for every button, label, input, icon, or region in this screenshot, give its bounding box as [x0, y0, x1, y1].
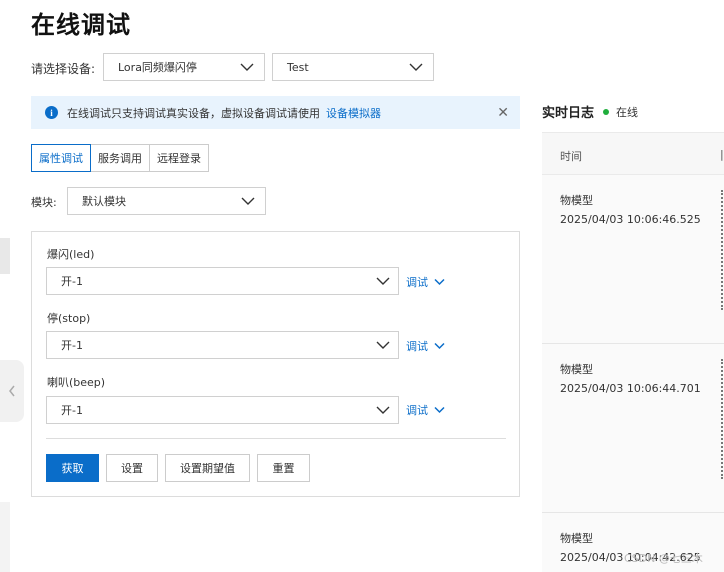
product-select[interactable]: Lora同频爆闪停	[103, 53, 265, 81]
tab-property-debug[interactable]: 属性调试	[31, 144, 91, 172]
debug-button-led[interactable]: 调试	[406, 274, 445, 290]
column-header-time: 时间	[560, 150, 582, 163]
left-nav-footer	[0, 502, 10, 572]
chevron-down-icon	[376, 406, 390, 414]
property-value-led: 开-1	[61, 275, 83, 288]
status-dot-icon	[603, 109, 609, 115]
debug-label: 调试	[406, 340, 428, 353]
property-select-stop[interactable]: 开-1	[46, 331, 399, 359]
status-badge: 在线	[603, 104, 638, 120]
chevron-down-icon	[241, 197, 255, 205]
chevron-down-icon	[434, 406, 445, 414]
device-select-value: Test	[287, 60, 309, 74]
reset-button[interactable]: 重置	[257, 454, 310, 482]
device-select[interactable]: Test	[272, 53, 434, 81]
notice-text: 在线调试只支持调试真实设备，虚拟设备调试请使用	[67, 106, 320, 120]
log-row[interactable]: 物模型 2025/04/03 10:06:46.525	[542, 176, 724, 344]
divider	[46, 438, 506, 439]
log-time: 2025/04/03 10:06:44.701	[560, 382, 701, 395]
chevron-down-icon	[376, 341, 390, 349]
chevron-left-icon	[9, 385, 15, 397]
realtime-log-table: 时间 | 物模型 2025/04/03 10:06:46.525 物模型 202…	[542, 132, 724, 572]
collapse-sidebar-button[interactable]	[0, 360, 24, 422]
chevron-down-icon	[434, 342, 445, 350]
module-label: 模块:	[31, 196, 57, 209]
left-nav-strip	[0, 0, 10, 238]
column-header-content: |	[720, 148, 724, 161]
log-row[interactable]: 物模型 2025/04/03 10:06:44.701	[542, 345, 724, 513]
chevron-down-icon	[240, 63, 254, 71]
property-select-led[interactable]: 开-1	[46, 267, 399, 295]
device-simulator-link[interactable]: 设备模拟器	[326, 105, 381, 121]
debug-button-beep[interactable]: 调试	[406, 402, 445, 418]
debug-label: 调试	[406, 404, 428, 417]
status-text: 在线	[616, 106, 638, 119]
log-table-header: 时间 |	[542, 132, 724, 175]
set-expected-value-button[interactable]: 设置期望值	[165, 454, 250, 482]
log-type: 物模型	[560, 532, 593, 545]
property-debug-panel: 爆闪(led) 开-1 调试 停(stop) 开-1 调试 喇叭(beep) 开…	[31, 231, 520, 497]
property-value-beep: 开-1	[61, 404, 83, 417]
module-select-value: 默认模块	[82, 195, 126, 208]
debug-label: 调试	[406, 276, 428, 289]
module-select[interactable]: 默认模块	[67, 187, 266, 215]
log-type: 物模型	[560, 194, 593, 207]
chevron-down-icon	[409, 63, 423, 71]
debug-button-stop[interactable]: 调试	[406, 338, 445, 354]
chevron-down-icon	[376, 277, 390, 285]
get-button[interactable]: 获取	[46, 454, 99, 482]
watermark: CSDN @七三木	[624, 552, 703, 565]
tab-service-call[interactable]: 服务调用	[90, 144, 150, 172]
page-title: 在线调试	[31, 11, 131, 39]
property-value-stop: 开-1	[61, 339, 83, 352]
property-label-stop: 停(stop)	[47, 312, 91, 325]
chevron-down-icon	[434, 278, 445, 286]
log-time: 2025/04/03 10:06:46.525	[560, 213, 701, 226]
left-nav-active-item[interactable]	[0, 238, 10, 274]
log-type: 物模型	[560, 363, 593, 376]
property-label-beep: 喇叭(beep)	[47, 376, 106, 389]
property-select-beep[interactable]: 开-1	[46, 396, 399, 424]
property-label-led: 爆闪(led)	[47, 248, 95, 261]
tab-remote-login[interactable]: 远程登录	[149, 144, 209, 172]
device-select-label: 请选择设备:	[31, 62, 96, 76]
info-notice: i 在线调试只支持调试真实设备，虚拟设备调试请使用 设备模拟器 ✕	[31, 96, 520, 129]
close-icon[interactable]: ✕	[497, 105, 509, 121]
product-select-value: Lora同频爆闪停	[118, 61, 197, 74]
debug-tabs: 属性调试 服务调用 远程登录	[31, 144, 209, 172]
info-icon: i	[45, 106, 58, 119]
realtime-log-title: 实时日志	[542, 106, 595, 121]
set-button[interactable]: 设置	[106, 454, 158, 482]
